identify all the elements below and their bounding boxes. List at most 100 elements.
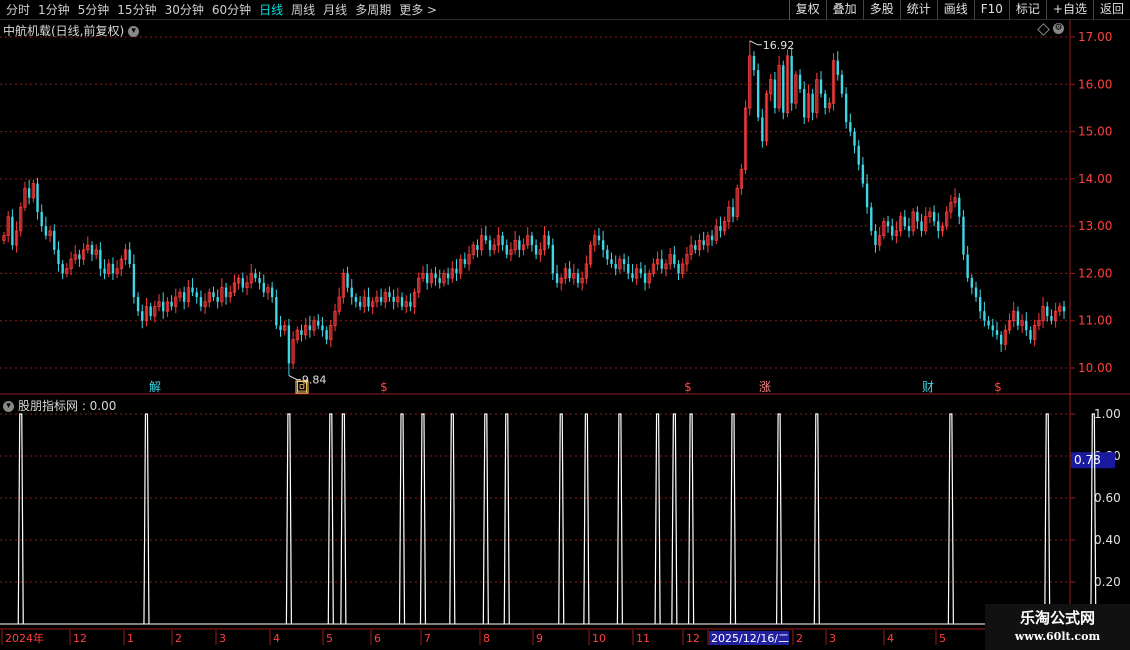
kline-chart[interactable]: 17.0016.0015.0014.0013.0012.0011.0010.00…	[0, 0, 1130, 650]
date-label-13: 12	[686, 632, 700, 645]
candle-body-down	[891, 226, 894, 236]
date-label-8: 7	[424, 632, 431, 645]
indicator-spike	[419, 413, 427, 625]
candle-body-down	[803, 89, 806, 118]
candle-body-down	[136, 297, 140, 312]
candle-body-down	[425, 273, 429, 283]
candle-body-down	[610, 259, 613, 264]
candle-body-down	[27, 188, 31, 198]
indicator-label-2: 0.60	[1094, 491, 1121, 505]
candle-body-down	[463, 259, 467, 264]
candle-body-down	[840, 74, 844, 94]
date-label-18: 5	[939, 632, 946, 645]
candle-body-down	[325, 330, 328, 340]
candle-body-down	[128, 249, 131, 264]
candle-body-down	[149, 306, 152, 316]
candle-body-down	[90, 245, 94, 255]
candle-body-down	[438, 278, 441, 283]
indicator-spike	[616, 413, 623, 625]
candle-body-down	[367, 297, 370, 307]
event-marker-3: $	[684, 380, 692, 394]
candle-body-down	[241, 278, 245, 288]
candle-body-down	[488, 240, 492, 250]
candle-body-down	[446, 273, 450, 279]
date-label-17: 4	[887, 632, 894, 645]
indicator-spike	[327, 413, 334, 625]
candle-body-down	[627, 263, 630, 274]
indicator-spike	[688, 413, 695, 625]
candle-body-down	[44, 226, 48, 236]
candle-body-down	[484, 235, 488, 241]
candle-body-down	[719, 226, 722, 231]
candle-body-down	[199, 297, 203, 307]
candle-body-down	[254, 273, 257, 279]
candle-body-down	[224, 287, 228, 298]
candle-body-down	[836, 60, 839, 75]
candle-body-down	[1025, 320, 1028, 331]
candle-body-down	[966, 254, 969, 279]
candle-body-down	[991, 325, 994, 331]
candle-body-down	[970, 278, 974, 288]
date-label-16: 3	[829, 632, 836, 645]
indicator-spike	[583, 413, 590, 625]
price-label-3: 14.00	[1078, 172, 1112, 186]
indicator-spike	[503, 413, 510, 625]
indicator-spike	[285, 413, 293, 625]
candle-body-down	[279, 325, 282, 331]
indicator-spike	[482, 413, 489, 625]
candle-body-down	[57, 249, 60, 264]
candle-body-down	[358, 301, 362, 307]
candle-body-down	[886, 221, 890, 227]
candle-body-down	[212, 292, 215, 298]
candle-body-down	[660, 259, 663, 269]
candle-body-down	[857, 145, 860, 165]
candle-body-down	[388, 292, 391, 298]
candle-body-down	[409, 301, 412, 307]
candle-body-down	[865, 183, 869, 208]
candle-body-down	[631, 273, 634, 279]
candle-body-down	[643, 273, 647, 283]
candle-body-down	[346, 273, 349, 288]
event-marker-2: $	[380, 380, 388, 394]
event-marker-5: 财	[922, 380, 934, 394]
price-label-5: 12.00	[1078, 266, 1112, 280]
candle-body-down	[995, 330, 999, 335]
candle-body-down	[501, 235, 504, 246]
indicator-spike	[558, 413, 565, 625]
candle-body-down	[36, 183, 39, 212]
candle-body-down	[601, 240, 605, 250]
candle-body-down	[761, 117, 764, 142]
candle-body-down	[170, 301, 173, 307]
candle-body-down	[505, 245, 508, 255]
date-label-15: 2	[796, 632, 803, 645]
candle-body-down	[576, 273, 580, 283]
indicator-spike	[671, 413, 678, 625]
candle-body-down	[99, 249, 102, 269]
indicator-label-4: 0.20	[1094, 575, 1121, 589]
price-label-4: 13.00	[1078, 219, 1112, 233]
date-label-4: 3	[219, 632, 226, 645]
candle-body-down	[321, 325, 324, 331]
candle-body-down	[317, 320, 320, 326]
candle-body-down	[752, 55, 756, 71]
candle-body-down	[907, 226, 911, 231]
date-label-2: 1	[127, 632, 134, 645]
indicator-spike	[729, 413, 737, 625]
price-label-7: 10.00	[1078, 361, 1112, 375]
candle-body-down	[195, 292, 198, 298]
watermark: 乐淘公式网 www.60lt.com	[985, 604, 1130, 650]
candle-body-down	[853, 131, 856, 146]
candle-body-down	[823, 93, 827, 108]
candle-body-down	[798, 74, 802, 90]
candle-body-down	[731, 207, 735, 217]
candle-body-down	[476, 245, 479, 250]
candle-body-down	[300, 330, 303, 335]
indicator-value: 0.78	[1074, 453, 1101, 467]
candle-body-down	[916, 211, 919, 222]
candle-body-down	[983, 311, 986, 321]
price-label-6: 11.00	[1078, 314, 1112, 328]
date-label-14: 2025/12/16/二	[711, 632, 789, 645]
event-marker-1: 回	[296, 380, 308, 394]
date-label-3: 2	[175, 632, 182, 645]
candle-body-down	[392, 297, 395, 302]
